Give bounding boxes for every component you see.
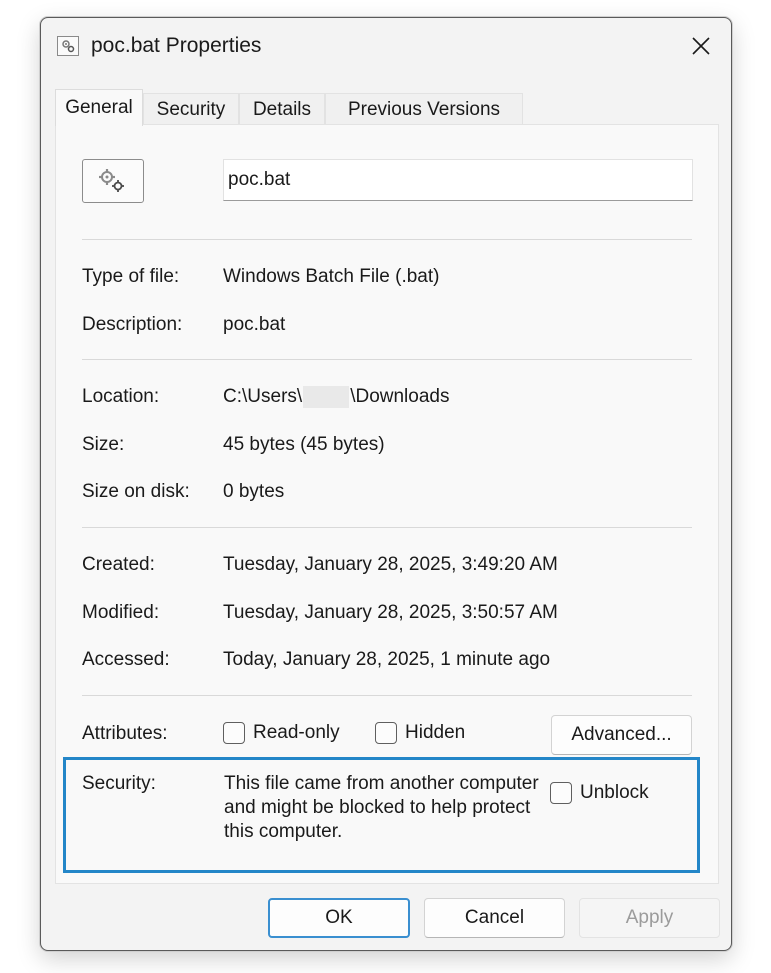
- read-only-checkbox[interactable]: Read-only: [223, 722, 340, 744]
- change-icon-button[interactable]: [82, 159, 144, 203]
- redacted-username: [303, 386, 350, 408]
- unblock-checkbox[interactable]: Unblock: [550, 782, 649, 804]
- tab-label: Details: [252, 98, 312, 120]
- properties-dialog: poc.bat Properties General Security Deta…: [40, 17, 732, 951]
- size-on-disk-value: 0 bytes: [223, 481, 285, 502]
- description-label: Description:: [82, 314, 183, 335]
- tab-label: Security: [156, 98, 226, 120]
- created-value: Tuesday, January 28, 2025, 3:49:20 AM: [223, 554, 558, 575]
- tab-previous-versions[interactable]: Previous Versions: [325, 93, 523, 125]
- tab-general[interactable]: General: [55, 89, 143, 126]
- location-prefix: C:\Users\: [223, 386, 303, 408]
- location-label: Location:: [82, 386, 160, 407]
- hidden-checkbox[interactable]: Hidden: [375, 722, 465, 744]
- location-suffix: \Downloads: [350, 386, 450, 408]
- bat-file-icon: [57, 36, 79, 56]
- separator: [82, 695, 692, 696]
- created-label: Created:: [82, 554, 155, 575]
- tab-security[interactable]: Security: [143, 93, 239, 125]
- checkbox-box[interactable]: [550, 782, 572, 804]
- gears-icon: [99, 169, 124, 192]
- checkbox-box[interactable]: [375, 722, 397, 744]
- separator: [82, 239, 692, 240]
- read-only-label: Read-only: [253, 722, 340, 743]
- description-value: poc.bat: [223, 314, 286, 335]
- unblock-label: Unblock: [580, 782, 649, 803]
- tab-label: General: [65, 97, 133, 118]
- size-value: 45 bytes (45 bytes): [223, 434, 385, 455]
- modified-value: Tuesday, January 28, 2025, 3:50:57 AM: [223, 602, 558, 623]
- accessed-label: Accessed:: [82, 649, 170, 670]
- ok-button[interactable]: OK: [268, 898, 410, 938]
- title-bar[interactable]: poc.bat Properties: [41, 18, 731, 76]
- window-title: poc.bat Properties: [91, 34, 262, 57]
- location-value: C:\Users\ \Downloads: [223, 386, 449, 408]
- tab-details[interactable]: Details: [239, 93, 325, 125]
- type-of-file-label: Type of file:: [82, 266, 180, 287]
- attributes-label: Attributes:: [82, 723, 168, 744]
- type-of-file-value: Windows Batch File (.bat): [223, 266, 440, 287]
- file-name-input[interactable]: [223, 159, 693, 201]
- close-icon: [692, 37, 710, 55]
- size-label: Size:: [82, 434, 125, 455]
- modified-label: Modified:: [82, 602, 160, 623]
- hidden-label: Hidden: [405, 722, 466, 743]
- tab-strip: General Security Details Previous Versio…: [55, 89, 525, 126]
- cancel-button[interactable]: Cancel: [424, 898, 565, 938]
- general-panel: Type of file: Windows Batch File (.bat) …: [55, 124, 719, 884]
- close-button[interactable]: [671, 18, 731, 74]
- checkbox-box[interactable]: [223, 722, 245, 744]
- separator: [82, 527, 692, 528]
- tab-label: Previous Versions: [347, 98, 501, 120]
- security-label: Security:: [82, 773, 156, 794]
- advanced-button[interactable]: Advanced...: [551, 715, 692, 755]
- size-on-disk-label: Size on disk:: [82, 481, 190, 502]
- security-message: This file came from another computer and…: [224, 773, 539, 842]
- apply-button[interactable]: Apply: [579, 898, 720, 938]
- accessed-value: Today, January 28, 2025, 1 minute ago: [223, 649, 551, 670]
- security-highlight-box: Security: This file came from another co…: [63, 757, 700, 873]
- separator: [82, 359, 692, 360]
